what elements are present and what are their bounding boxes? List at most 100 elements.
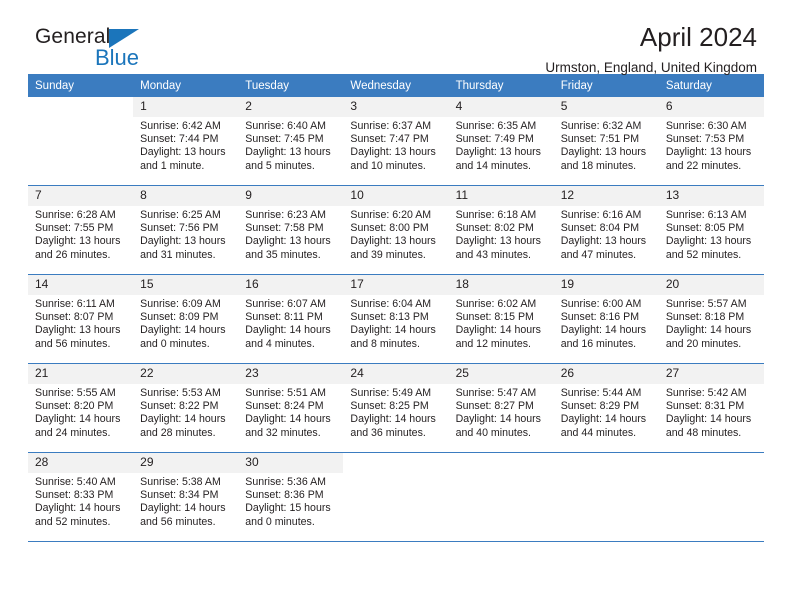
calendar-day-content: 30 Sunrise: 5:36 AM Sunset: 8:36 PM Dayligh… [238, 453, 344, 541]
daylight-text: Daylight: 13 hours and 35 minutes. [245, 235, 331, 261]
weekday-header-monday: Monday [133, 74, 239, 97]
calendar-day-cell[interactable]: 11 Sunrise: 6:18 AM Sunset: 8:02 PM Dayligh… [448, 186, 554, 275]
sunrise-text: Sunrise: 5:55 AM [35, 387, 116, 399]
calendar-day-content: 17 Sunrise: 6:04 AM Sunset: 8:13 PM Dayligh… [343, 275, 449, 363]
calendar-day-cell[interactable] [553, 453, 659, 542]
calendar-day-cell[interactable]: 21 Sunrise: 5:55 AM Sunset: 8:20 PM Dayligh… [28, 364, 134, 453]
calendar-day-cell[interactable]: 29 Sunrise: 5:38 AM Sunset: 8:34 PM Dayligh… [133, 453, 239, 542]
daylight-text: Daylight: 13 hours and 26 minutes. [35, 235, 121, 261]
daylight-text: Daylight: 14 hours and 20 minutes. [665, 324, 752, 350]
sunrise-text: Sunrise: 6:18 AM [455, 209, 537, 221]
sunrise-text: Sunrise: 6:25 AM [140, 209, 221, 221]
sunrise-text: Sunrise: 6:07 AM [245, 298, 326, 310]
logo-text-blue: Blue [95, 45, 140, 70]
calendar-week-row: 14 Sunrise: 6:11 AM Sunset: 8:07 PM Dayligh… [28, 275, 764, 364]
calendar-day-content: 16 Sunrise: 6:07 AM Sunset: 8:11 PM Dayligh… [238, 275, 344, 363]
sun-info: Sunrise: 6:35 AM Sunset: 7:49 PM Daylight:… [449, 117, 554, 173]
sunset-text: Sunset: 8:09 PM [140, 311, 219, 324]
calendar-day-cell[interactable]: 27 Sunrise: 5:42 AM Sunset: 8:31 PM Dayligh… [658, 364, 764, 453]
sun-info: Sunrise: 5:49 AM Sunset: 8:25 PM Daylight:… [343, 384, 448, 440]
sunset-text: Sunset: 7:56 PM [140, 222, 219, 235]
day-number: 8 [133, 186, 239, 206]
calendar-day-cell[interactable]: 2 Sunrise: 6:40 AM Sunset: 7:45 PM Daylight… [238, 97, 344, 186]
sun-info: Sunrise: 5:53 AM Sunset: 8:22 PM Daylight:… [133, 384, 238, 440]
sunset-text: Sunset: 8:02 PM [455, 222, 534, 235]
calendar-day-cell[interactable]: 26 Sunrise: 5:44 AM Sunset: 8:29 PM Dayligh… [553, 364, 659, 453]
day-number [343, 453, 449, 473]
calendar-day-cell[interactable]: 14 Sunrise: 6:11 AM Sunset: 8:07 PM Dayligh… [28, 275, 134, 364]
calendar-day-cell[interactable]: 6 Sunrise: 6:30 AM Sunset: 7:53 PM Daylight… [658, 97, 764, 186]
day-number: 22 [133, 364, 239, 384]
daylight-text: Daylight: 13 hours and 5 minutes. [245, 146, 331, 172]
calendar-day-cell[interactable]: 1 Sunrise: 6:42 AM Sunset: 7:44 PM Daylight… [133, 97, 239, 186]
calendar-day-cell[interactable]: 16 Sunrise: 6:07 AM Sunset: 8:11 PM Dayligh… [238, 275, 344, 364]
calendar-day-content: 13 Sunrise: 6:13 AM Sunset: 8:05 PM Dayligh… [658, 186, 764, 274]
calendar-day-cell[interactable]: 8 Sunrise: 6:25 AM Sunset: 7:56 PM Daylight… [133, 186, 239, 275]
calendar-day-cell[interactable] [658, 453, 764, 542]
calendar-day-cell[interactable] [28, 97, 134, 186]
day-number: 4 [448, 97, 554, 117]
day-number: 19 [553, 275, 659, 295]
day-number: 5 [553, 97, 659, 117]
day-number: 13 [658, 186, 764, 206]
calendar-day-content: 4 Sunrise: 6:35 AM Sunset: 7:49 PM Daylight… [448, 97, 554, 185]
page-header: General Blue April 2024 Urmston, England… [28, 0, 764, 75]
calendar-day-cell[interactable]: 23 Sunrise: 5:51 AM Sunset: 8:24 PM Dayligh… [238, 364, 344, 453]
sunset-text: Sunset: 7:55 PM [35, 222, 114, 235]
sun-info: Sunrise: 5:57 AM Sunset: 8:18 PM Daylight:… [659, 295, 764, 351]
calendar-day-content: 7 Sunrise: 6:28 AM Sunset: 7:55 PM Daylight… [28, 186, 134, 274]
sunset-text: Sunset: 7:47 PM [350, 133, 429, 146]
title-block: April 2024 Urmston, England, United King… [545, 23, 757, 75]
calendar-day-cell[interactable]: 9 Sunrise: 6:23 AM Sunset: 7:58 PM Daylight… [238, 186, 344, 275]
daylight-text: Daylight: 14 hours and 12 minutes. [455, 324, 541, 350]
calendar-day-cell[interactable] [343, 453, 449, 542]
calendar-day-cell[interactable]: 22 Sunrise: 5:53 AM Sunset: 8:22 PM Dayligh… [133, 364, 239, 453]
weekday-header-friday: Friday [553, 74, 659, 97]
calendar-day-cell[interactable]: 24 Sunrise: 5:49 AM Sunset: 8:25 PM Dayligh… [343, 364, 449, 453]
calendar-day-cell[interactable]: 4 Sunrise: 6:35 AM Sunset: 7:49 PM Daylight… [448, 97, 554, 186]
calendar-page: General Blue April 2024 Urmston, England… [0, 0, 792, 612]
calendar-day-cell[interactable]: 3 Sunrise: 6:37 AM Sunset: 7:47 PM Daylight… [343, 97, 449, 186]
calendar-day-content: 28 Sunrise: 5:40 AM Sunset: 8:33 PM Dayligh… [28, 453, 134, 541]
day-number: 3 [343, 97, 449, 117]
day-number: 17 [343, 275, 449, 295]
sunrise-text: Sunrise: 6:37 AM [350, 120, 432, 132]
sunrise-text: Sunrise: 6:16 AM [560, 209, 642, 221]
calendar-empty-cell [658, 453, 764, 541]
calendar-day-cell[interactable]: 18 Sunrise: 6:02 AM Sunset: 8:15 PM Dayligh… [448, 275, 554, 364]
calendar-day-cell[interactable]: 12 Sunrise: 6:16 AM Sunset: 8:04 PM Dayligh… [553, 186, 659, 275]
sunset-text: Sunset: 7:49 PM [455, 133, 534, 146]
daylight-text: Daylight: 13 hours and 47 minutes. [560, 235, 647, 261]
calendar-day-cell[interactable]: 25 Sunrise: 5:47 AM Sunset: 8:27 PM Dayligh… [448, 364, 554, 453]
calendar-day-content: 22 Sunrise: 5:53 AM Sunset: 8:22 PM Dayligh… [133, 364, 239, 452]
sunrise-text: Sunrise: 6:02 AM [455, 298, 537, 310]
calendar-day-content: 9 Sunrise: 6:23 AM Sunset: 7:58 PM Daylight… [238, 186, 344, 274]
sunset-text: Sunset: 8:27 PM [455, 400, 534, 413]
calendar-day-cell[interactable]: 19 Sunrise: 6:00 AM Sunset: 8:16 PM Dayligh… [553, 275, 659, 364]
daylight-text: Daylight: 13 hours and 52 minutes. [665, 235, 752, 261]
daylight-text: Daylight: 14 hours and 48 minutes. [665, 413, 752, 439]
daylight-text: Daylight: 13 hours and 22 minutes. [665, 146, 752, 172]
calendar-day-cell[interactable]: 15 Sunrise: 6:09 AM Sunset: 8:09 PM Dayligh… [133, 275, 239, 364]
sun-info: Sunrise: 6:11 AM Sunset: 8:07 PM Daylight:… [28, 295, 133, 351]
calendar-day-cell[interactable] [448, 453, 554, 542]
calendar-day-cell[interactable]: 28 Sunrise: 5:40 AM Sunset: 8:33 PM Dayligh… [28, 453, 134, 542]
calendar-day-cell[interactable]: 5 Sunrise: 6:32 AM Sunset: 7:51 PM Daylight… [553, 97, 659, 186]
calendar-day-cell[interactable]: 30 Sunrise: 5:36 AM Sunset: 8:36 PM Dayligh… [238, 453, 344, 542]
sun-info: Sunrise: 6:04 AM Sunset: 8:13 PM Daylight:… [343, 295, 448, 351]
sunset-text: Sunset: 8:18 PM [665, 311, 745, 324]
calendar-day-cell[interactable]: 17 Sunrise: 6:04 AM Sunset: 8:13 PM Dayligh… [343, 275, 449, 364]
calendar-day-cell[interactable]: 10 Sunrise: 6:20 AM Sunset: 8:00 PM Dayligh… [343, 186, 449, 275]
sunrise-text: Sunrise: 6:09 AM [140, 298, 221, 310]
sunrise-text: Sunrise: 5:51 AM [245, 387, 326, 399]
sunrise-text: Sunrise: 5:57 AM [665, 298, 747, 310]
calendar-header-row: Sunday Monday Tuesday Wednesday Thursday… [28, 74, 764, 97]
general-blue-logo[interactable]: General Blue [35, 25, 165, 73]
day-number: 2 [238, 97, 344, 117]
calendar-day-cell[interactable]: 20 Sunrise: 5:57 AM Sunset: 8:18 PM Dayligh… [658, 275, 764, 364]
calendar-day-cell[interactable]: 13 Sunrise: 6:13 AM Sunset: 8:05 PM Dayligh… [658, 186, 764, 275]
sunset-text: Sunset: 8:36 PM [245, 489, 324, 502]
day-number: 23 [238, 364, 344, 384]
sunrise-text: Sunrise: 5:49 AM [350, 387, 432, 399]
calendar-day-cell[interactable]: 7 Sunrise: 6:28 AM Sunset: 7:55 PM Daylight… [28, 186, 134, 275]
